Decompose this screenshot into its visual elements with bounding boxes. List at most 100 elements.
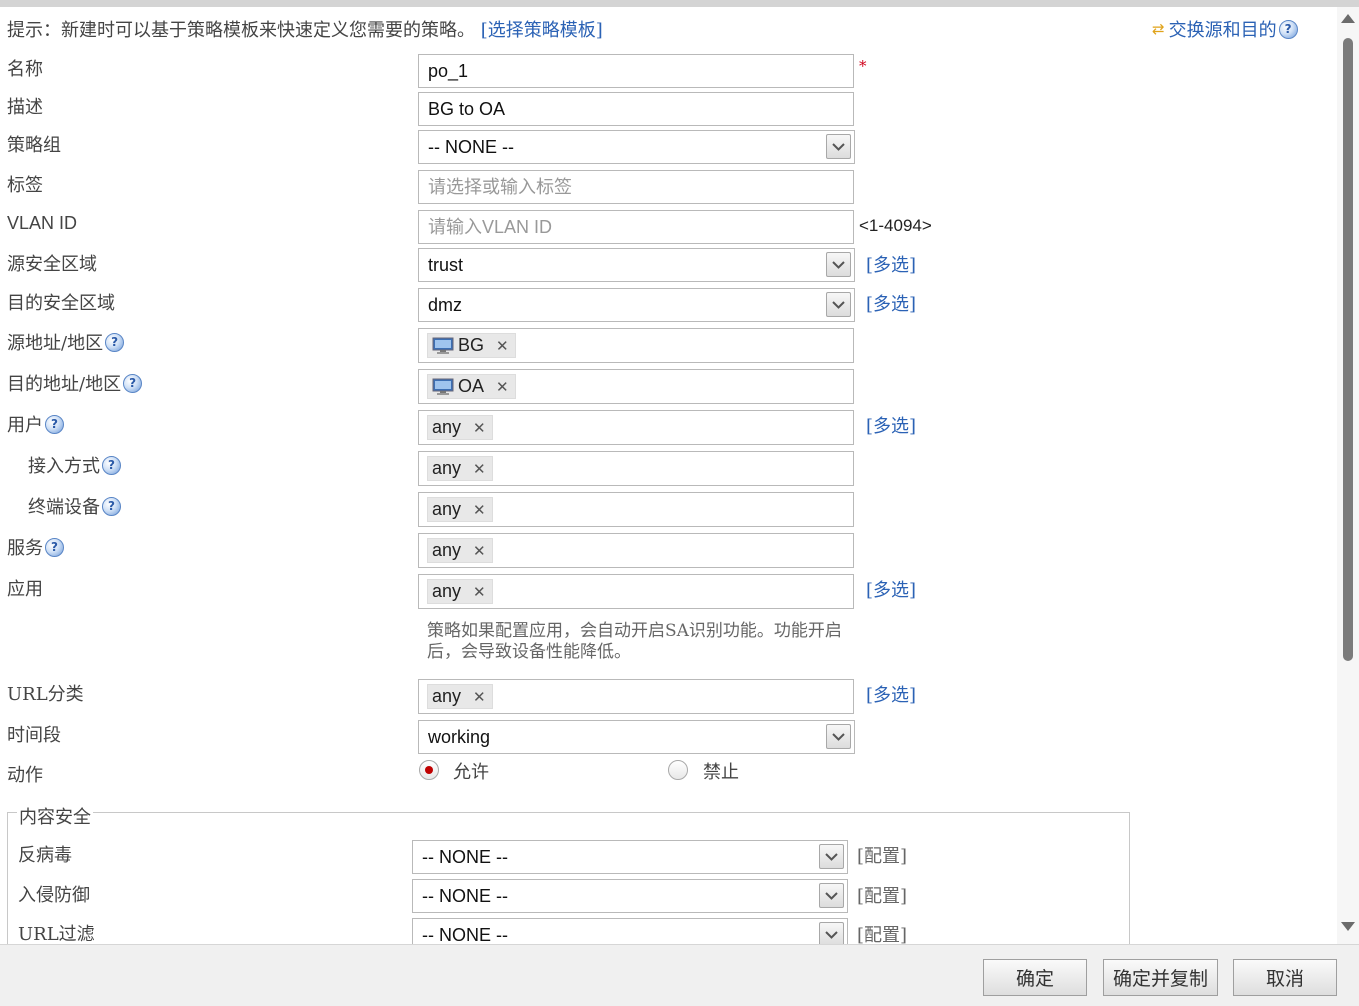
access-mode-label-text: 接入方式 xyxy=(28,456,100,477)
application-tag: any ✕ xyxy=(427,579,493,604)
vlan-id-label: VLAN ID xyxy=(7,213,78,233)
user-label: 用户 ? xyxy=(7,411,64,437)
action-allow-radio[interactable] xyxy=(419,760,439,780)
monitor-icon xyxy=(432,337,454,355)
required-mark: * xyxy=(859,57,867,75)
url-filter-value: -- NONE -- xyxy=(422,925,508,945)
scrollbar-thumb[interactable] xyxy=(1343,38,1353,661)
remove-icon[interactable]: ✕ xyxy=(496,378,509,396)
src-zone-select[interactable]: trust xyxy=(418,248,855,282)
description-label: 描述 xyxy=(7,97,43,118)
src-zone-value: trust xyxy=(428,255,464,275)
swap-src-dst-link[interactable]: ⇄ 交换源和目的 ? xyxy=(1152,16,1298,42)
action-deny-radio[interactable] xyxy=(668,760,688,780)
help-icon[interactable]: ? xyxy=(45,537,64,557)
url-filter-label: URL过滤 xyxy=(18,924,95,945)
service-label-text: 服务 xyxy=(7,538,43,559)
dst-addr-label: 目的地址/地区 ? xyxy=(7,370,143,396)
time-range-value: working xyxy=(428,727,491,747)
dst-addr-box[interactable]: OA ✕ xyxy=(418,369,854,404)
access-mode-box[interactable]: any ✕ xyxy=(418,451,854,486)
dst-zone-select[interactable]: dmz xyxy=(418,288,855,322)
remove-icon[interactable]: ✕ xyxy=(473,419,486,437)
dst-zone-value: dmz xyxy=(428,295,463,315)
ips-label: 入侵防御 xyxy=(18,885,90,906)
ok-and-copy-button[interactable]: 确定并复制 xyxy=(1103,959,1218,996)
remove-icon[interactable]: ✕ xyxy=(473,583,486,601)
url-category-multi-link[interactable]: [多选] xyxy=(866,681,916,707)
url-category-label: URL分类 xyxy=(7,684,84,705)
url-category-box[interactable]: any ✕ xyxy=(418,679,854,714)
terminal-device-tag: any ✕ xyxy=(427,497,493,522)
application-box[interactable]: any ✕ xyxy=(418,574,854,609)
chevron-down-icon[interactable] xyxy=(826,252,851,277)
src-addr-box[interactable]: BG ✕ xyxy=(418,328,854,363)
antivirus-label: 反病毒 xyxy=(18,845,72,866)
src-addr-tag-text: BG xyxy=(458,335,485,355)
action-label: 动作 xyxy=(7,765,43,786)
policy-group-value: -- NONE -- xyxy=(428,137,514,157)
chevron-down-icon[interactable] xyxy=(819,883,844,908)
antivirus-config-link[interactable]: [配置] xyxy=(857,842,907,868)
dst-addr-tag: OA ✕ xyxy=(427,374,516,399)
time-range-label: 时间段 xyxy=(7,725,61,746)
service-box[interactable]: any ✕ xyxy=(418,533,854,568)
name-label: 名称 xyxy=(7,59,43,80)
remove-icon[interactable]: ✕ xyxy=(473,688,486,706)
monitor-icon xyxy=(432,378,454,396)
vlan-id-input[interactable] xyxy=(418,210,854,244)
help-icon[interactable]: ? xyxy=(102,496,121,516)
ips-select[interactable]: -- NONE -- xyxy=(412,879,848,913)
src-addr-tag: BG ✕ xyxy=(427,333,516,358)
tag-input[interactable] xyxy=(418,170,854,204)
user-tag-text: any xyxy=(432,417,462,437)
remove-icon[interactable]: ✕ xyxy=(473,501,486,519)
help-icon[interactable]: ? xyxy=(1278,19,1298,39)
swap-src-dst-label: 交换源和目的 xyxy=(1168,20,1277,41)
remove-icon[interactable]: ✕ xyxy=(496,337,509,355)
src-zone-label: 源安全区域 xyxy=(7,254,97,275)
select-template-link[interactable]: [选择策略模板] xyxy=(481,20,603,41)
action-deny-label: 禁止 xyxy=(703,762,739,783)
ips-config-link[interactable]: [配置] xyxy=(857,882,907,908)
policy-group-label: 策略组 xyxy=(7,135,61,156)
chevron-down-icon[interactable] xyxy=(826,134,851,159)
chevron-down-icon[interactable] xyxy=(826,292,851,317)
help-icon[interactable]: ? xyxy=(45,414,64,434)
help-icon[interactable]: ? xyxy=(123,373,143,393)
src-addr-label: 源地址/地区 ? xyxy=(7,329,125,355)
description-input[interactable] xyxy=(418,92,854,126)
hint-text: 提示：新建时可以基于策略模板来快速定义您需要的策略。 xyxy=(7,20,475,41)
application-tag-text: any xyxy=(432,581,462,601)
help-icon[interactable]: ? xyxy=(102,455,121,475)
application-multi-link[interactable]: [多选] xyxy=(866,576,916,602)
dst-zone-label: 目的安全区域 xyxy=(7,293,115,314)
time-range-select[interactable]: working xyxy=(418,720,855,754)
terminal-device-box[interactable]: any ✕ xyxy=(418,492,854,527)
name-input[interactable] xyxy=(418,54,854,88)
help-icon[interactable]: ? xyxy=(105,332,125,352)
terminal-device-label: 终端设备 ? xyxy=(28,493,121,519)
chevron-down-icon[interactable] xyxy=(819,844,844,869)
chevron-down-icon[interactable] xyxy=(826,724,851,749)
user-label-text: 用户 xyxy=(7,415,43,436)
antivirus-select[interactable]: -- NONE -- xyxy=(412,840,848,874)
policy-group-select[interactable]: -- NONE -- xyxy=(418,130,855,164)
ok-button[interactable]: 确定 xyxy=(983,959,1087,996)
user-multi-link[interactable]: [多选] xyxy=(866,412,916,438)
dst-zone-multi-link[interactable]: [多选] xyxy=(866,290,916,316)
swap-arrows-icon: ⇄ xyxy=(1152,20,1165,38)
scroll-down-arrow-icon[interactable] xyxy=(1341,922,1355,931)
service-label: 服务 ? xyxy=(7,534,64,560)
user-box[interactable]: any ✕ xyxy=(418,410,854,445)
window-top-border xyxy=(0,0,1359,7)
cancel-button[interactable]: 取消 xyxy=(1233,959,1337,996)
access-mode-tag-text: any xyxy=(432,458,462,478)
antivirus-value: -- NONE -- xyxy=(422,847,508,867)
remove-icon[interactable]: ✕ xyxy=(473,542,486,560)
src-zone-multi-link[interactable]: [多选] xyxy=(866,251,916,277)
vlan-range-hint: <1-4094> xyxy=(859,216,932,235)
remove-icon[interactable]: ✕ xyxy=(473,460,486,478)
scroll-up-arrow-icon[interactable] xyxy=(1341,14,1355,23)
action-allow-label: 允许 xyxy=(453,762,489,783)
